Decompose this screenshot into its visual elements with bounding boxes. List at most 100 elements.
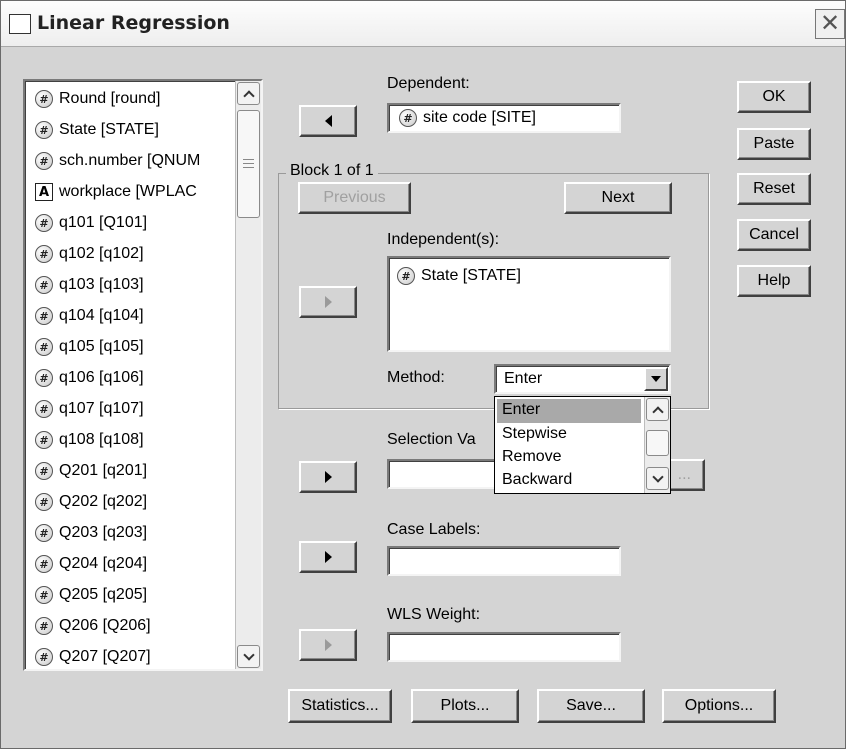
numeric-variable-icon: # [35,276,53,294]
variable-list[interactable]: # Round [round] # State [STATE] # sch.number … [23,79,263,671]
save-button[interactable]: Save... [537,689,645,723]
variable-list-item[interactable]: # q101 [Q101] [35,209,147,237]
variable-list-item[interactable]: # Q203 [q203] [35,519,147,547]
arrow-right-icon [324,471,332,483]
wls-weight-move-button[interactable] [299,629,357,661]
numeric-variable-icon: # [35,524,53,542]
scroll-up-button[interactable] [646,398,669,421]
variable-label: sch.number [QNUM [59,152,201,169]
dependent-label: Dependent: [387,75,470,92]
variable-list-item[interactable]: # Q201 [q201] [35,457,147,485]
independents-label: Independent(s): [387,231,500,248]
numeric-variable-icon: # [35,307,53,325]
scroll-thumb[interactable] [646,430,669,456]
variable-label: q104 [q104] [59,307,144,324]
arrow-right-icon [324,296,332,308]
variable-list-item[interactable]: # Q207 [Q207] [35,643,151,669]
numeric-variable-icon: # [35,245,53,263]
scroll-thumb[interactable] [237,110,260,218]
variable-list-item[interactable]: # Q206 [Q206] [35,612,151,640]
scroll-down-button[interactable] [646,467,669,490]
variable-list-scrollbar[interactable] [235,81,261,669]
method-option-remove[interactable]: Remove [497,446,641,470]
numeric-variable-icon: # [35,617,53,635]
numeric-variable-icon: # [35,648,53,666]
variable-label: workplace [WPLAC [59,183,197,200]
paste-button[interactable]: Paste [737,128,811,160]
dependent-move-button[interactable] [299,105,357,137]
numeric-variable-icon: # [35,214,53,232]
numeric-variable-icon: # [399,109,417,127]
variable-list-item[interactable]: # q104 [q104] [35,302,144,330]
plots-button[interactable]: Plots... [411,689,519,723]
variable-list-item[interactable]: # sch.number [QNUM [35,147,200,175]
method-select[interactable]: Enter [494,364,671,394]
numeric-variable-icon: # [35,462,53,480]
ok-button[interactable]: OK [737,81,811,113]
title-bar[interactable]: Linear Regression ✕ [1,1,845,47]
previous-button[interactable]: Previous [298,182,411,214]
variable-list-item[interactable]: # Round [round] [35,85,160,113]
variable-list-item[interactable]: # q102 [q102] [35,240,144,268]
variable-list-item[interactable]: # Q204 [q204] [35,550,147,578]
selection-variable-move-button[interactable] [299,461,357,493]
variable-label: Q203 [q203] [59,524,148,541]
scroll-up-button[interactable] [237,82,260,105]
variable-label: q105 [q105] [59,338,144,355]
next-button[interactable]: Next [564,182,672,214]
statistics-button[interactable]: Statistics... [288,689,392,723]
variable-label: Q204 [q204] [59,555,148,572]
close-button[interactable]: ✕ [815,9,845,39]
scroll-down-button[interactable] [237,645,260,668]
string-variable-icon: A [35,183,53,201]
method-option-stepwise[interactable]: Stepwise [497,423,641,447]
window-icon [9,14,31,34]
variable-list-item[interactable]: # q105 [q105] [35,333,144,361]
method-dropdown-list[interactable]: Enter Stepwise Remove Backward [494,396,671,494]
variable-list-item[interactable]: # State [STATE] [35,116,159,144]
numeric-variable-icon: # [35,493,53,511]
independents-move-button[interactable] [299,286,357,318]
chevron-down-icon [242,648,255,661]
chevron-up-icon [651,405,664,418]
dependent-value: site code [SITE] [423,109,536,126]
numeric-variable-icon: # [35,338,53,356]
list-item[interactable]: # State [STATE] [397,262,521,290]
variable-label: q101 [Q101] [59,214,148,231]
dependent-field[interactable]: # site code [SITE] [387,103,621,133]
method-dropdown-button[interactable] [644,367,668,391]
variable-list-item[interactable]: # q106 [q106] [35,364,144,392]
case-labels-label: Case Labels: [387,521,481,538]
cancel-button[interactable]: Cancel [737,219,811,251]
numeric-variable-icon: # [35,90,53,108]
variable-list-item[interactable]: # q108 [q108] [35,426,144,454]
window-title: Linear Regression [37,12,230,34]
options-button[interactable]: Options... [662,689,776,723]
variable-label: Q202 [q202] [59,493,148,510]
method-selected-value: Enter [504,370,543,387]
method-option-backward[interactable]: Backward [497,469,641,493]
reset-button[interactable]: Reset [737,173,811,205]
independents-list[interactable]: # State [STATE] [387,256,671,352]
method-option-enter[interactable]: Enter [497,399,641,423]
variable-label: Q207 [Q207] [59,648,151,665]
case-labels-field[interactable] [387,546,621,576]
selection-variable-label: Selection Va [387,431,476,448]
variable-list-item[interactable]: Aworkplace [WPLAC [35,178,197,206]
wls-weight-field[interactable] [387,632,621,662]
numeric-variable-icon: # [35,369,53,387]
linear-regression-dialog: Linear Regression ✕ # Round [round] # State… [0,0,846,749]
numeric-variable-icon: # [397,267,415,285]
variable-label: q107 [q107] [59,400,144,417]
method-dropdown-scrollbar[interactable] [644,397,670,493]
variable-list-item[interactable]: # q103 [q103] [35,271,144,299]
case-labels-move-button[interactable] [299,541,357,573]
variable-label: q103 [q103] [59,276,144,293]
variable-list-item[interactable]: # Q205 [q205] [35,581,147,609]
arrow-left-icon [324,115,332,127]
variable-list-item[interactable]: # Q202 [q202] [35,488,147,516]
numeric-variable-icon: # [35,586,53,604]
chevron-down-icon [651,470,664,483]
variable-list-item[interactable]: # q107 [q107] [35,395,144,423]
help-button[interactable]: Help [737,265,811,297]
